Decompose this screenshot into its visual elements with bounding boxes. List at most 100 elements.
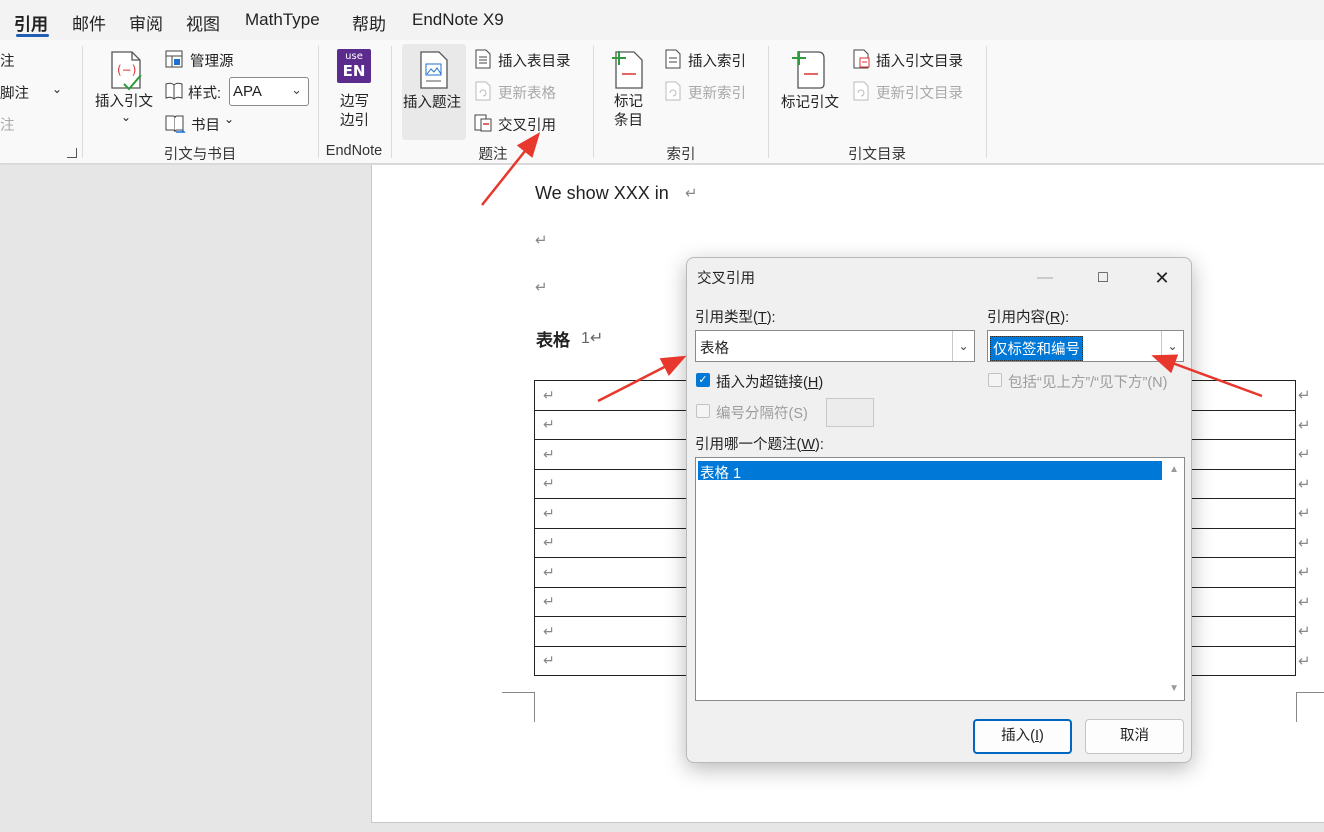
- style-select[interactable]: APA ⌄: [229, 77, 309, 106]
- separate-numbers-label: 编号分隔符(S): [716, 406, 808, 422]
- manage-sources-icon: [165, 50, 183, 68]
- insert-caption-button[interactable]: 插入题注: [403, 91, 461, 112]
- style-label: 样式:: [188, 86, 222, 102]
- maximize-icon[interactable]: □: [1083, 264, 1123, 292]
- insert-caption-icon: [420, 51, 448, 89]
- table-caption-label[interactable]: 表格: [536, 326, 570, 351]
- caption-listbox[interactable]: 表格 1 ▲ ▼: [695, 457, 1185, 701]
- reference-type-value: 表格: [700, 341, 729, 357]
- footnote-item-3: 注: [0, 118, 15, 134]
- include-above-below-checkbox: [988, 373, 1002, 387]
- bibliography-button[interactable]: 书目: [191, 114, 220, 135]
- style-select-value: APA: [233, 83, 262, 100]
- group-separator: [986, 46, 987, 158]
- group-separator: [593, 46, 594, 158]
- table-of-figures-icon: [475, 49, 491, 69]
- tab-references[interactable]: 引用: [14, 10, 48, 35]
- mark-citation-icon: [792, 51, 825, 89]
- which-caption-label: 引用哪一个题注(W):: [695, 437, 824, 453]
- insert-hyperlink-label[interactable]: 插入为超链接(H): [716, 371, 823, 392]
- row-end-mark: ↵: [1298, 446, 1311, 463]
- group-label-toa: 引文目录: [848, 147, 906, 163]
- scroll-down-icon[interactable]: ▼: [1169, 683, 1179, 694]
- cite-while-write-label-2[interactable]: 边引: [340, 109, 369, 130]
- insert-table-of-figures-button[interactable]: 插入表目录: [498, 50, 571, 71]
- table-caption-number[interactable]: 1↵: [581, 328, 603, 348]
- tab-mathtype[interactable]: MathType: [245, 10, 320, 30]
- insert-toa-button[interactable]: 插入引文目录: [876, 50, 963, 71]
- row-end-mark: ↵: [1298, 387, 1311, 404]
- mark-citation-button[interactable]: 标记引文: [781, 91, 839, 112]
- row-end-mark: ↵: [1298, 593, 1311, 611]
- tab-view[interactable]: 视图: [186, 10, 220, 35]
- ribbon: 注 脚注 ⌄ 注 (−) 插入引文 ⌄ 管理源 样式: APA ⌄ 书目 ⌄ 引…: [0, 40, 1324, 164]
- insert-index-icon: [665, 49, 681, 69]
- update-index-button: 更新索引: [688, 86, 746, 102]
- insert-citation-button[interactable]: 插入引文: [95, 90, 153, 111]
- dialog-title: 交叉引用: [697, 271, 755, 287]
- chevron-down-icon[interactable]: ⌄: [121, 110, 131, 124]
- insert-hyperlink-checkbox[interactable]: ✓: [696, 373, 710, 387]
- tab-help[interactable]: 帮助: [352, 10, 386, 35]
- chevron-down-icon: ⌄: [291, 82, 302, 97]
- mark-entry-icon: [612, 51, 643, 89]
- svg-text:(−): (−): [117, 63, 136, 77]
- row-end-mark: ↵: [1298, 505, 1311, 522]
- tab-review[interactable]: 审阅: [129, 10, 163, 35]
- row-end-mark: ↵: [1298, 623, 1311, 640]
- row-end-mark: ↵: [1298, 534, 1311, 552]
- tab-endnote[interactable]: EndNote X9: [412, 10, 504, 30]
- close-icon[interactable]: ✕: [1142, 264, 1182, 292]
- bibliography-icon: [165, 115, 186, 133]
- paragraph-mark: ↵: [685, 185, 698, 202]
- minimize-icon: —: [1037, 269, 1053, 286]
- chevron-down-icon[interactable]: ⌄: [952, 331, 974, 361]
- group-label-index: 索引: [666, 147, 696, 163]
- cross-reference-dialog: 交叉引用 — □ ✕ 引用类型(T): 表格 ⌄ 引用内容(R): 仅标签和编号…: [686, 257, 1192, 763]
- row-end-mark: ↵: [1298, 416, 1311, 434]
- group-label-citations: 引文与书目: [163, 147, 237, 163]
- group-separator: [768, 46, 769, 158]
- reference-type-label: 引用类型(T):: [695, 310, 776, 326]
- page-corner-mark: [502, 692, 535, 722]
- reference-content-value: 仅标签和编号: [990, 336, 1083, 361]
- ribbon-tab-bar: 引用 邮件 审阅 视图 MathType 帮助 EndNote X9: [0, 0, 1324, 40]
- mark-entry-label-2[interactable]: 条目: [614, 109, 643, 130]
- row-end-mark: ↵: [1298, 652, 1311, 670]
- tab-mailings[interactable]: 邮件: [72, 10, 106, 35]
- cross-reference-button[interactable]: 交叉引用: [498, 114, 556, 135]
- chevron-down-icon[interactable]: ⌄: [224, 112, 234, 126]
- reference-content-label: 引用内容(R):: [987, 310, 1070, 326]
- group-label-endnote: EndNote: [325, 143, 383, 159]
- group-separator: [391, 46, 392, 158]
- list-item[interactable]: 表格 1: [698, 461, 1162, 482]
- separator-input: [826, 398, 874, 427]
- row-end-mark: ↵: [1298, 564, 1311, 581]
- group-separator: [82, 46, 83, 158]
- endnote-logo-bottom: EN: [342, 62, 366, 80]
- update-table-button: 更新表格: [498, 86, 556, 102]
- scroll-up-icon[interactable]: ▲: [1169, 464, 1179, 475]
- cite-while-write-label-1[interactable]: 边写: [340, 90, 369, 111]
- group-separator: [318, 46, 319, 158]
- manage-sources-button[interactable]: 管理源: [190, 50, 234, 71]
- reference-content-select[interactable]: 仅标签和编号 ⌄: [987, 330, 1184, 362]
- update-index-icon: [665, 81, 681, 101]
- insert-index-button[interactable]: 插入索引: [688, 50, 746, 71]
- chevron-down-icon[interactable]: ⌄: [52, 82, 62, 96]
- cancel-button[interactable]: 取消: [1085, 719, 1184, 754]
- footnote-item-2[interactable]: 脚注: [0, 82, 29, 103]
- update-toa-button: 更新引文目录: [876, 86, 963, 102]
- include-above-below-label: 包括“见上方”/“见下方”(N): [1008, 375, 1168, 391]
- insert-citation-icon: (−): [111, 51, 142, 91]
- dialog-launcher-icon[interactable]: [67, 148, 77, 158]
- insert-button[interactable]: 插入(I): [973, 719, 1072, 754]
- mark-entry-label-1[interactable]: 标记: [614, 90, 643, 111]
- reference-type-select[interactable]: 表格 ⌄: [695, 330, 975, 362]
- page-corner-mark: [1296, 692, 1324, 722]
- chevron-down-icon[interactable]: ⌄: [1161, 331, 1183, 361]
- body-text-line[interactable]: We show XXX in: [535, 183, 669, 204]
- active-tab-indicator: [16, 34, 49, 37]
- style-book-icon: [165, 82, 183, 100]
- footnote-item-1[interactable]: 注: [0, 50, 15, 71]
